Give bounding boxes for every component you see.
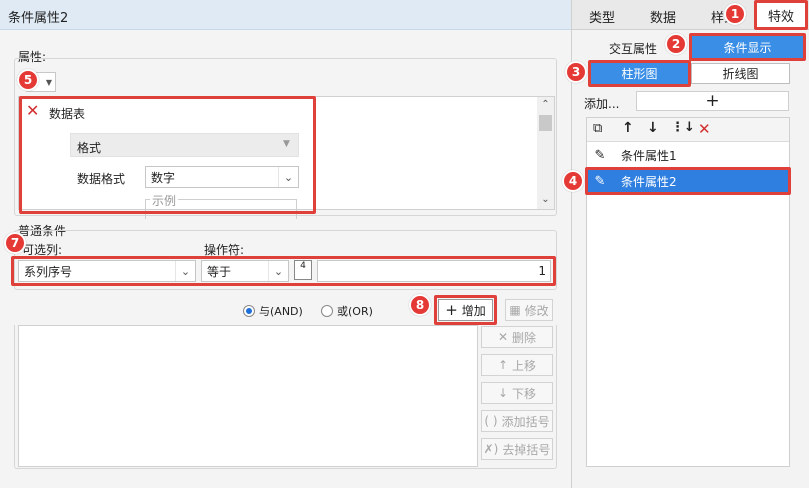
and-radio[interactable]: 与(AND) bbox=[243, 303, 303, 319]
scroll-down-arrow[interactable]: ⌄ bbox=[537, 194, 554, 205]
pencil-icon: ✎ bbox=[594, 147, 606, 163]
delete-item-icon[interactable]: ✕ bbox=[698, 120, 711, 138]
arrow-up-icon: ↑ bbox=[497, 358, 509, 372]
plus-icon: + bbox=[705, 91, 720, 111]
highlight-box-selected-item bbox=[585, 167, 791, 195]
add-bracket-label: 添加括号 bbox=[501, 414, 550, 429]
dialog-title: 条件属性2 bbox=[8, 11, 69, 26]
list-item[interactable]: ✎ 条件属性1 bbox=[587, 143, 789, 168]
move-up-label: 上移 bbox=[512, 358, 537, 373]
highlight-box-condition bbox=[11, 256, 556, 286]
radio-selected-icon bbox=[243, 305, 255, 317]
add-label: 添加... bbox=[584, 97, 620, 111]
scroll-up-arrow[interactable]: ⌃ bbox=[537, 99, 554, 110]
properties-scrollbar[interactable]: ⌃ ⌄ bbox=[537, 97, 554, 209]
add-bracket-button[interactable]: ( ) 添加括号 bbox=[481, 410, 553, 432]
remove-bracket-button[interactable]: ✗) 去掉括号 bbox=[481, 438, 553, 460]
highlight-box-datasheet bbox=[19, 96, 316, 214]
tab-interaction[interactable]: 交互属性 bbox=[609, 40, 657, 57]
step-badge-2: 2 bbox=[665, 33, 687, 55]
step-badge-5: 5 bbox=[17, 69, 39, 91]
move-down-label: 下移 bbox=[512, 386, 537, 401]
move-bottom-icon[interactable]: ⋮↓ bbox=[671, 120, 695, 135]
scroll-thumb[interactable] bbox=[539, 115, 552, 131]
step-badge-4: 4 bbox=[562, 170, 584, 192]
conditions-list-frame bbox=[14, 325, 557, 469]
list-item-label: 条件属性1 bbox=[621, 148, 677, 163]
arrow-down-icon: ↓ bbox=[497, 386, 509, 400]
modify-label: 修改 bbox=[524, 303, 549, 318]
close-icon: ✕ bbox=[497, 330, 509, 344]
or-radio[interactable]: 或(OR) bbox=[321, 303, 373, 319]
tab-data[interactable]: 数据 bbox=[650, 7, 676, 26]
tab-line-chart[interactable]: 折线图 bbox=[691, 63, 790, 84]
and-label: 与(AND) bbox=[259, 305, 303, 318]
step-badge-1: 1 bbox=[724, 3, 746, 25]
dialog-title-bar bbox=[0, 0, 571, 30]
arrow-down-icon[interactable]: ↓ bbox=[647, 120, 659, 136]
modify-icon: ▦ bbox=[509, 303, 521, 317]
highlight-box-conditional-display bbox=[689, 33, 806, 61]
move-up-button[interactable]: ↑ 上移 bbox=[481, 354, 553, 376]
modify-button[interactable]: ▦ 修改 bbox=[505, 299, 553, 321]
or-label: 或(OR) bbox=[337, 305, 373, 318]
add-item-button[interactable]: + bbox=[636, 91, 789, 111]
brackets-icon: ( ) bbox=[484, 414, 498, 428]
move-down-button[interactable]: ↓ 下移 bbox=[481, 382, 553, 404]
remove-bracket-label: 去掉括号 bbox=[502, 442, 551, 457]
highlight-box-effects-tab bbox=[754, 0, 808, 30]
highlight-box-bar-chart bbox=[588, 60, 691, 87]
copy-icon[interactable]: ⧉ bbox=[593, 121, 602, 136]
highlight-box-add bbox=[434, 295, 497, 325]
arrow-up-icon[interactable]: ↑ bbox=[622, 120, 634, 136]
step-badge-7: 7 bbox=[4, 232, 26, 254]
chevron-down-icon: ▼ bbox=[45, 77, 52, 87]
step-badge-8: 8 bbox=[409, 294, 431, 316]
tab-type[interactable]: 类型 bbox=[589, 7, 615, 26]
radio-unselected-icon bbox=[321, 305, 333, 317]
delete-label: 删除 bbox=[512, 330, 537, 345]
step-badge-3: 3 bbox=[565, 61, 587, 83]
delete-button[interactable]: ✕ 删除 bbox=[481, 326, 553, 348]
remove-brackets-icon: ✗) bbox=[483, 442, 499, 456]
tab-line-chart-label: 折线图 bbox=[722, 67, 759, 81]
